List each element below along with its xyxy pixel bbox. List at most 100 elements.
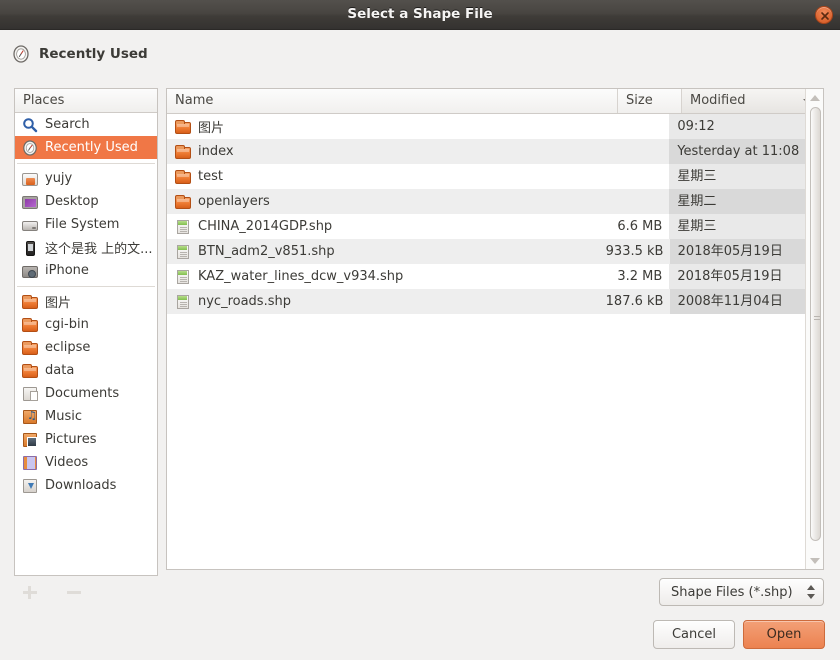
places-edit-buttons bbox=[20, 582, 140, 606]
folder-icon bbox=[22, 317, 38, 333]
file-chooser-dialog: Select a Shape File Recently Used Places… bbox=[0, 0, 840, 660]
file-size-cell: 933.5 kB bbox=[606, 239, 670, 264]
folder-icon bbox=[22, 363, 38, 379]
sidebar-item-downloads[interactable]: Downloads bbox=[15, 474, 157, 497]
close-icon[interactable] bbox=[815, 6, 833, 24]
sidebar-item-videos[interactable]: Videos bbox=[15, 451, 157, 474]
shapefile-icon bbox=[175, 219, 191, 235]
file-name-cell: index bbox=[167, 139, 607, 164]
column-header-name[interactable]: Name bbox=[167, 89, 618, 113]
file-size-cell bbox=[607, 114, 670, 139]
file-name-label: nyc_roads.shp bbox=[198, 294, 291, 309]
folder-icon bbox=[22, 294, 38, 310]
file-modified-cell: Yesterday at 11:08 bbox=[669, 139, 805, 164]
folder-icon bbox=[175, 194, 191, 210]
file-name-cell: BTN_adm2_v851.shp bbox=[167, 239, 606, 264]
music-icon bbox=[22, 409, 38, 425]
file-modified-cell: 星期三 bbox=[669, 164, 805, 189]
add-bookmark-button[interactable] bbox=[20, 582, 40, 602]
table-row[interactable]: BTN_adm2_v851.shp 933.5 kB2018年05月19日 bbox=[167, 239, 805, 264]
cancel-button[interactable]: Cancel bbox=[653, 620, 735, 649]
file-name-cell: CHINA_2014GDP.shp bbox=[167, 214, 607, 239]
downloads-icon bbox=[22, 478, 38, 494]
sidebar-item-data[interactable]: data bbox=[15, 359, 157, 382]
sidebar-item-eclipse[interactable]: eclipse bbox=[15, 336, 157, 359]
file-size-cell bbox=[607, 139, 670, 164]
file-modified-cell: 2018年05月19日 bbox=[670, 239, 805, 264]
shapefile-icon bbox=[175, 269, 191, 285]
scroll-down-icon[interactable] bbox=[810, 558, 820, 564]
sidebar-item-documents[interactable]: Documents bbox=[15, 382, 157, 405]
places-header: Places bbox=[15, 89, 157, 113]
search-icon bbox=[22, 117, 38, 133]
desktop-icon bbox=[22, 194, 38, 210]
pictures-icon bbox=[22, 432, 38, 448]
sidebar-item-label: 图片 bbox=[45, 292, 71, 311]
file-name-label: test bbox=[198, 169, 223, 184]
sidebar-item-label: cgi-bin bbox=[45, 317, 89, 332]
sidebar-item-label: yujy bbox=[45, 171, 72, 186]
file-name-cell: openlayers bbox=[167, 189, 607, 214]
file-modified-cell: 09:12 bbox=[669, 114, 805, 139]
sidebar-item-iphone[interactable]: iPhone bbox=[15, 259, 157, 282]
file-size-cell bbox=[607, 164, 670, 189]
location-label: Recently Used bbox=[39, 46, 148, 62]
file-name-label: index bbox=[198, 144, 234, 159]
videos-icon bbox=[22, 455, 38, 471]
table-row[interactable]: test 星期三 bbox=[167, 164, 805, 189]
table-row[interactable]: KAZ_water_lines_dcw_v934.shp3.2 MB2018年0… bbox=[167, 264, 805, 289]
scrollbar-thumb[interactable] bbox=[810, 107, 821, 541]
places-separator bbox=[17, 163, 155, 164]
column-header-size[interactable]: Size bbox=[618, 89, 682, 113]
file-name-label: 图片 bbox=[198, 117, 224, 136]
sidebar-item-recently-used[interactable]: Recently Used bbox=[15, 136, 157, 159]
sidebar-item-cgi-bin[interactable]: cgi-bin bbox=[15, 313, 157, 336]
home-folder-icon bbox=[22, 171, 38, 187]
remove-bookmark-button[interactable] bbox=[64, 582, 84, 602]
folder-icon bbox=[175, 144, 191, 160]
file-modified-cell: 星期二 bbox=[669, 189, 805, 214]
file-size-cell: 3.2 MB bbox=[607, 264, 670, 289]
file-name-cell: test bbox=[167, 164, 607, 189]
file-modified-cell: 2018年05月19日 bbox=[669, 264, 805, 289]
table-row[interactable]: CHINA_2014GDP.shp6.6 MB星期三 bbox=[167, 214, 805, 239]
places-sidebar: Places Search Recently Used yujy Desktop Fil… bbox=[14, 88, 158, 576]
sidebar-item-yujy[interactable]: yujy bbox=[15, 167, 157, 190]
file-type-filter-value: Shape Files (*.shp) bbox=[660, 585, 801, 600]
sidebar-item-search[interactable]: Search bbox=[15, 113, 157, 136]
sidebar-item-music[interactable]: Music bbox=[15, 405, 157, 428]
file-list-scrollbar[interactable] bbox=[805, 89, 823, 570]
file-modified-cell: 2008年11月04日 bbox=[670, 289, 805, 314]
open-button[interactable]: Open bbox=[743, 620, 825, 649]
scroll-up-icon[interactable] bbox=[810, 95, 820, 101]
column-header-modified-label: Modified bbox=[690, 93, 745, 108]
folder-icon bbox=[22, 340, 38, 356]
sidebar-item-label: Desktop bbox=[45, 194, 99, 209]
file-list-body: 图片09:12indexYesterday at 11:08test星期三ope… bbox=[167, 114, 805, 314]
clock-icon bbox=[22, 140, 38, 156]
places-separator bbox=[17, 286, 155, 287]
file-type-filter-combobox[interactable]: Shape Files (*.shp) bbox=[659, 578, 824, 606]
sidebar-item-label: eclipse bbox=[45, 340, 90, 355]
file-name-cell: nyc_roads.shp bbox=[167, 289, 606, 314]
places-list: Search Recently Used yujy Desktop File Syste… bbox=[15, 113, 157, 497]
file-name-label: BTN_adm2_v851.shp bbox=[198, 244, 335, 259]
sidebar-item-label: data bbox=[45, 363, 74, 378]
file-size-cell: 6.6 MB bbox=[607, 214, 670, 239]
file-name-label: openlayers bbox=[198, 194, 270, 209]
file-name-cell: 图片 bbox=[167, 114, 607, 139]
sidebar-item-label: Pictures bbox=[45, 432, 96, 447]
table-row[interactable]: 图片 09:12 bbox=[167, 114, 805, 139]
table-row[interactable]: nyc_roads.shp187.6 kB2008年11月04日 bbox=[167, 289, 805, 314]
sidebar-item-pictures[interactable]: Pictures bbox=[15, 428, 157, 451]
file-list-panel: Name Size Modified 图片 09:12 index Yesterday… bbox=[166, 88, 824, 570]
table-row[interactable]: index Yesterday at 11:08 bbox=[167, 139, 805, 164]
sidebar-item-label: Search bbox=[45, 117, 90, 132]
sidebar-item-[interactable]: 图片 bbox=[15, 290, 157, 313]
sidebar-item-[interactable]: 这个是我 上的文... bbox=[15, 236, 157, 259]
sidebar-item-file-system[interactable]: File System bbox=[15, 213, 157, 236]
file-list-header: Name Size Modified bbox=[167, 89, 823, 114]
column-header-modified[interactable]: Modified bbox=[682, 89, 821, 113]
table-row[interactable]: openlayers 星期二 bbox=[167, 189, 805, 214]
sidebar-item-desktop[interactable]: Desktop bbox=[15, 190, 157, 213]
